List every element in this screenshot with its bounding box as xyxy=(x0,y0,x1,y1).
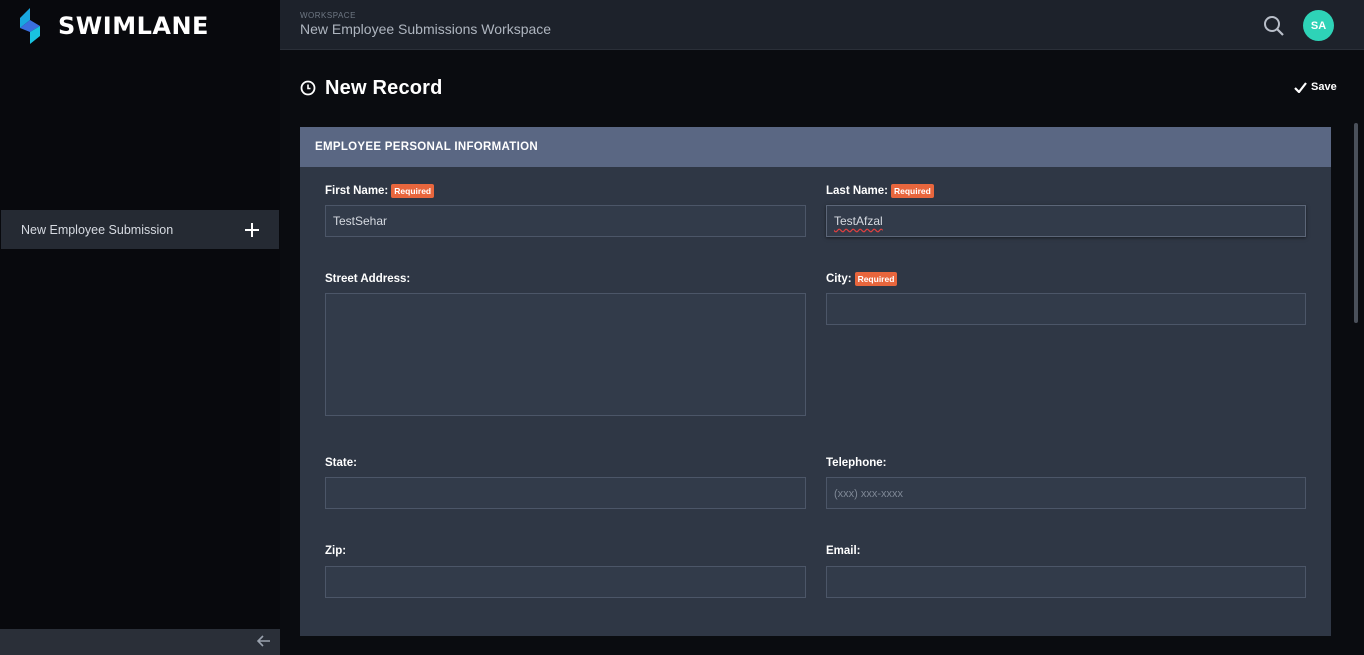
first-name-label: First Name: xyxy=(325,185,389,197)
main-scrollbar[interactable] xyxy=(1354,123,1358,323)
workspace-title[interactable]: New Employee Submissions Workspace xyxy=(300,21,551,37)
state-label: State: xyxy=(325,457,357,469)
state-input[interactable] xyxy=(325,477,806,509)
first-name-input[interactable] xyxy=(325,205,806,237)
required-badge: Required xyxy=(891,184,934,198)
telephone-label: Telephone: xyxy=(826,457,887,469)
last-name-label: Last Name: xyxy=(826,185,888,197)
sidebar-item-label: New Employee Submission xyxy=(21,222,174,237)
save-button-label: Save xyxy=(1311,81,1337,93)
plus-icon[interactable] xyxy=(245,222,259,237)
email-input[interactable] xyxy=(826,566,1306,598)
check-icon xyxy=(1294,81,1307,93)
page-title: New Record xyxy=(300,76,443,100)
page-title-text: New Record xyxy=(325,76,443,99)
state-field: State: xyxy=(325,455,806,509)
street-address-textarea[interactable] xyxy=(325,293,806,416)
required-badge: Required xyxy=(391,184,435,198)
email-field: Email: xyxy=(826,543,1306,598)
app-name: SWIMLANE xyxy=(58,12,209,40)
email-label: Email: xyxy=(826,545,861,557)
telephone-input[interactable] xyxy=(826,477,1306,509)
save-button[interactable]: Save xyxy=(1294,81,1337,93)
search-icon[interactable] xyxy=(1263,15,1285,37)
workspace-label: WORKSPACE xyxy=(300,11,356,20)
first-name-field: First Name: Required xyxy=(325,183,806,237)
street-address-field: Street Address: xyxy=(325,271,806,416)
required-badge: Required xyxy=(854,272,898,286)
street-address-label: Street Address: xyxy=(325,273,411,285)
app-logo[interactable]: SWIMLANE xyxy=(18,8,209,44)
section-title: EMPLOYEE PERSONAL INFORMATION xyxy=(300,127,1331,167)
sidebar: SWIMLANE New Employee Submission xyxy=(0,0,280,655)
arrow-left-icon[interactable] xyxy=(256,634,272,650)
swimlane-logo-icon xyxy=(20,8,40,44)
last-name-field: Last Name: Required TestAfzal xyxy=(826,183,1306,237)
last-name-value: TestAfzal xyxy=(834,214,883,228)
zip-input[interactable] xyxy=(325,566,806,598)
sidebar-footer xyxy=(0,629,280,655)
zip-label: Zip: xyxy=(325,545,347,557)
clock-icon xyxy=(300,80,316,96)
city-input[interactable] xyxy=(826,293,1306,325)
top-header: WORKSPACE New Employee Submissions Works… xyxy=(280,0,1364,50)
city-field: City: Required xyxy=(826,271,1306,325)
zip-field: Zip: xyxy=(325,543,806,598)
last-name-input[interactable]: TestAfzal xyxy=(826,205,1306,237)
sidebar-item-new-employee-submission[interactable]: New Employee Submission xyxy=(1,210,279,249)
employee-personal-info-section: EMPLOYEE PERSONAL INFORMATION First Name… xyxy=(300,127,1331,636)
telephone-field: Telephone: xyxy=(826,455,1306,509)
city-label: City: xyxy=(826,273,852,285)
avatar[interactable]: SA xyxy=(1303,10,1334,41)
